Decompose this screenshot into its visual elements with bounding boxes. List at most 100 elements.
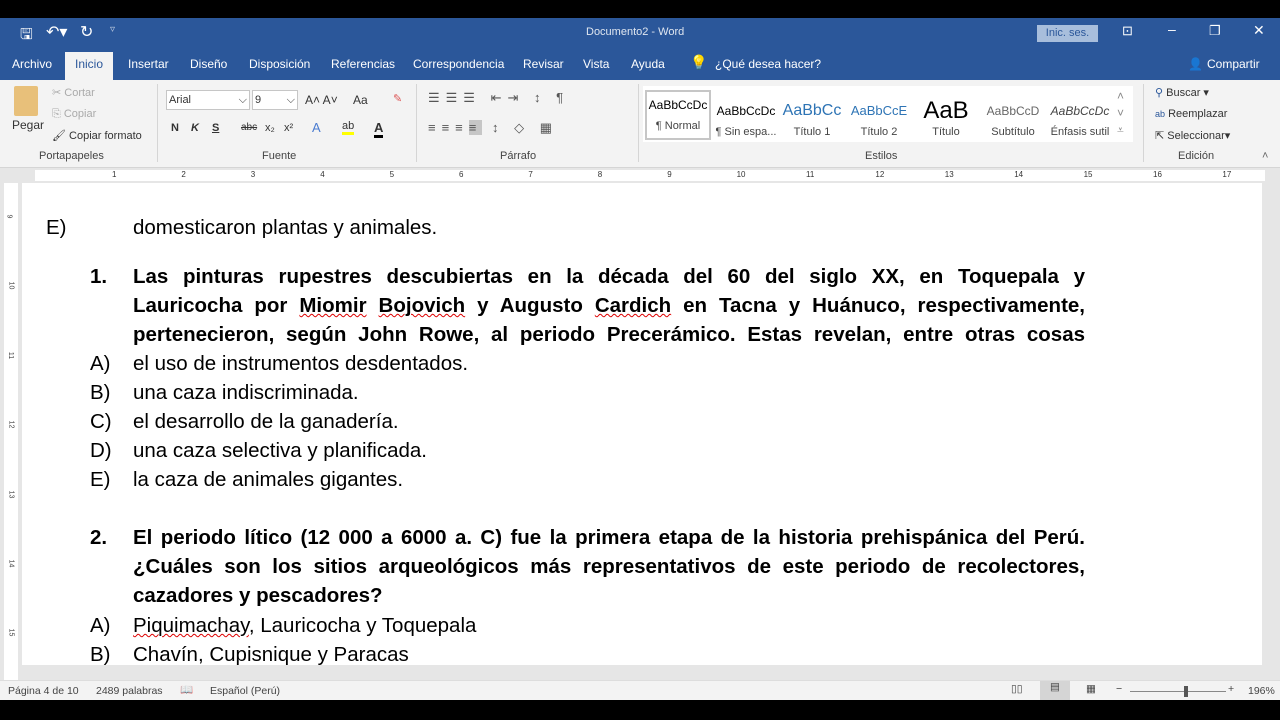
style-title[interactable]: AaBTítulo: [913, 98, 979, 138]
font-size-value: 9: [255, 94, 261, 106]
ruler-number: 16: [1153, 170, 1162, 179]
undo-icon[interactable]: ↶▾: [46, 22, 67, 42]
font-size-select[interactable]: 9⌵: [252, 90, 298, 110]
tab-ayuda[interactable]: Ayuda: [631, 57, 665, 71]
ruler-number: 12: [875, 170, 884, 179]
vertical-ruler[interactable]: 9101112131415: [4, 183, 18, 680]
style-normal[interactable]: AaBbCcDc¶ Normal: [645, 90, 711, 140]
close-button[interactable]: ✕: [1253, 22, 1265, 39]
ruler-number: 13: [945, 170, 954, 179]
restore-button[interactable]: ❐: [1209, 23, 1221, 39]
find-label: Buscar: [1166, 87, 1200, 99]
option-text: Piquimachay, Lauricocha y Toquepala: [133, 614, 1085, 638]
select-label: Seleccionar: [1167, 130, 1224, 142]
style-label: Título: [913, 126, 979, 138]
collapse-ribbon-icon[interactable]: ˄: [1262, 150, 1268, 162]
save-icon[interactable]: 🖫: [20, 24, 33, 49]
proofing-icon[interactable]: 📖: [180, 683, 193, 696]
tab-revisar[interactable]: Revisar: [523, 57, 564, 71]
font-color-icon[interactable]: A: [374, 120, 383, 138]
tab-referencias[interactable]: Referencias: [331, 57, 395, 71]
tab-archivo[interactable]: Archivo: [12, 57, 52, 71]
tab-vista[interactable]: Vista: [583, 57, 609, 71]
read-mode-icon[interactable]: ▯▯: [1011, 683, 1023, 695]
vruler-number: 15: [7, 629, 14, 637]
page-count[interactable]: Página 4 de 10: [8, 685, 79, 697]
redo-icon[interactable]: ↻: [80, 22, 93, 42]
tab-disposicion[interactable]: Disposición: [249, 57, 310, 71]
vruler-number: 13: [7, 490, 14, 498]
change-case-button[interactable]: Aa: [353, 93, 368, 107]
paste-button[interactable]: Pegar: [12, 118, 44, 132]
question-line: ¿Cuáles son los sitios arqueológicos más…: [133, 555, 1085, 579]
list-buttons[interactable]: ☰☰☰ ⇤⇥ ↕ ¶: [428, 90, 569, 106]
web-layout-icon[interactable]: ▦: [1086, 683, 1096, 695]
superscript-button[interactable]: x²: [284, 122, 293, 134]
find-button[interactable]: ⚲ Buscar ▾: [1155, 86, 1209, 99]
format-painter-button[interactable]: 🖌 Copiar formato: [52, 129, 142, 142]
italic-button[interactable]: K: [191, 122, 199, 134]
strikethrough-button[interactable]: abc: [241, 122, 257, 133]
highlight-icon[interactable]: ab: [342, 120, 354, 135]
zoom-slider[interactable]: [1130, 691, 1226, 692]
tab-correspondencia[interactable]: Correspondencia: [413, 57, 504, 71]
copy-button[interactable]: ⎘ Copiar: [52, 108, 96, 121]
horizontal-ruler[interactable]: 1234567891011121314151617: [0, 168, 1280, 183]
style-preview: AaBbCcDc: [713, 98, 779, 124]
question-line: Lauricocha por Miomir Bojovich y Augusto…: [133, 294, 1085, 318]
print-layout-icon[interactable]: ▤: [1040, 681, 1070, 700]
paste-icon[interactable]: [14, 86, 38, 116]
ruler-number: 7: [528, 170, 532, 179]
tab-insertar[interactable]: Insertar: [128, 57, 169, 71]
option-label: B): [90, 643, 111, 667]
word-count[interactable]: 2489 palabras: [96, 685, 163, 697]
subscript-button[interactable]: x₂: [265, 122, 275, 134]
style-subtitle[interactable]: AaBbCcDSubtítulo: [980, 98, 1046, 138]
document-page[interactable]: E) domesticaron plantas y animales. 1. L…: [22, 183, 1262, 665]
vruler-number: 14: [7, 560, 14, 568]
cut-button[interactable]: ✂ Cortar: [52, 86, 95, 99]
zoom-level[interactable]: 196%: [1248, 685, 1275, 697]
share-icon[interactable]: 👤: [1188, 57, 1203, 71]
font-name-select[interactable]: Arial⌵: [166, 90, 250, 110]
grow-font-icon[interactable]: A˄ A˅: [305, 93, 338, 107]
minimize-button[interactable]: –: [1168, 21, 1176, 37]
tell-me-input[interactable]: ¿Qué desea hacer?: [715, 57, 821, 71]
sign-in-button[interactable]: Inic. ses.: [1037, 25, 1098, 42]
option-text: el desarrollo de la ganadería.: [133, 410, 1085, 434]
zoom-slider-thumb[interactable]: [1184, 686, 1188, 697]
ruler-number: 11: [806, 170, 814, 179]
style-heading1[interactable]: AaBbCcTítulo 1: [779, 98, 845, 138]
copy-label: Copiar: [64, 108, 96, 120]
option-label: C): [90, 410, 112, 434]
zoom-out-button[interactable]: −: [1116, 683, 1122, 695]
language[interactable]: Español (Perú): [210, 685, 280, 697]
style-subtle-emphasis[interactable]: AaBbCcDcÉnfasis sutil: [1047, 98, 1113, 138]
title-bar: 🖫 ↶▾ ↻ ▿ Documento2 - Word Inic. ses. ⊡ …: [0, 18, 1280, 48]
style-preview: AaBbCcDc: [1047, 98, 1113, 124]
option-label: D): [90, 439, 112, 463]
question-number: 1.: [90, 265, 107, 289]
share-button[interactable]: Compartir: [1207, 57, 1260, 71]
tab-inicio[interactable]: Inicio: [65, 52, 113, 80]
bold-button[interactable]: N: [171, 122, 179, 134]
tab-diseno[interactable]: Diseño: [190, 57, 227, 71]
styles-gallery: AaBbCcDc¶ Normal AaBbCcDc¶ Sin espa... A…: [643, 86, 1133, 142]
clear-format-icon[interactable]: ✎: [393, 92, 402, 105]
question-line: cazadores y pescadores?: [133, 584, 1085, 608]
zoom-in-button[interactable]: +: [1228, 683, 1234, 695]
ribbon-display-icon[interactable]: ⊡: [1122, 23, 1133, 39]
style-heading2[interactable]: AaBbCcETítulo 2: [846, 98, 912, 138]
customize-qat-icon[interactable]: ▿: [110, 24, 115, 35]
gallery-scroll-icons[interactable]: ˄˅⩡: [1117, 88, 1124, 139]
replace-button[interactable]: ab Reemplazar: [1155, 108, 1227, 120]
underline-button[interactable]: S: [212, 122, 219, 134]
document-area: 9101112131415 E) domesticaron plantas y …: [0, 183, 1280, 680]
option-label: E): [90, 468, 111, 492]
text-effects-icon[interactable]: A: [312, 120, 321, 135]
group-label-clipboard: Portapapeles: [39, 150, 104, 162]
style-no-spacing[interactable]: AaBbCcDc¶ Sin espa...: [713, 98, 779, 138]
select-button[interactable]: ⇱ Seleccionar▾: [1155, 129, 1230, 142]
ruler-number: 3: [251, 170, 255, 179]
align-buttons[interactable]: ≡≡≡≡ ↕ ◇ ▦: [428, 120, 558, 136]
